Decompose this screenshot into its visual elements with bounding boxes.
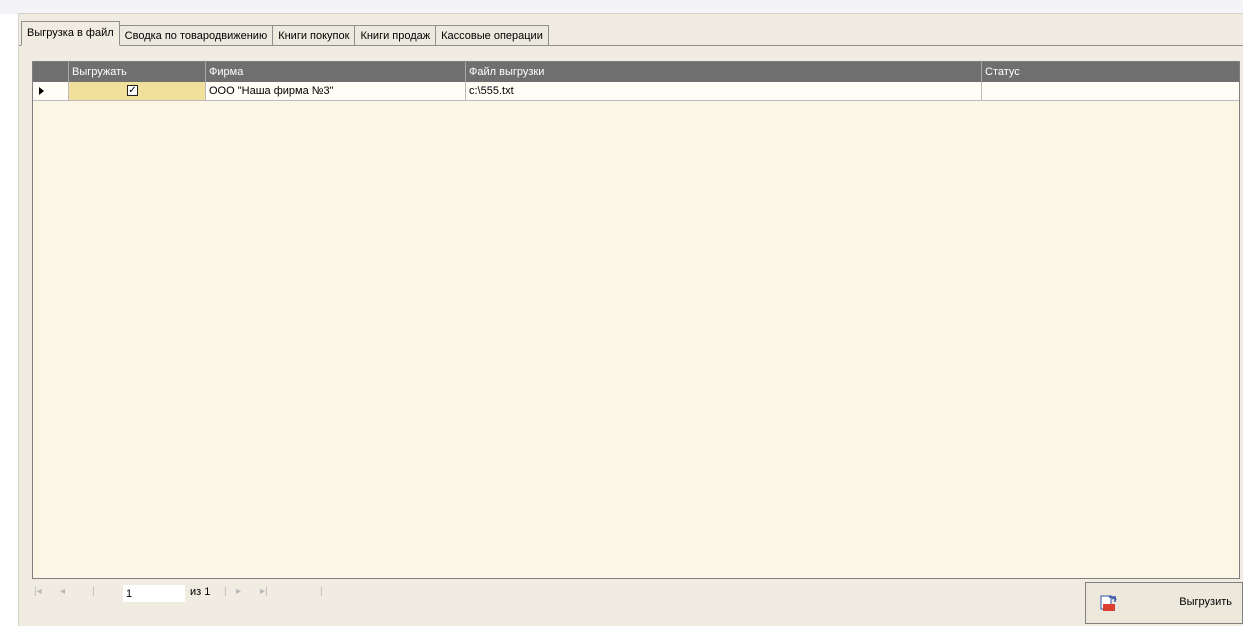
pager-separator: | — [92, 586, 95, 597]
row-indicator — [33, 82, 68, 100]
grid-header: Выгружать Фирма Файл выгрузки Статус — [33, 62, 1239, 82]
export-window: Выгрузка в файл Сводка по товародвижению… — [18, 13, 1243, 626]
column-header-firm[interactable]: Фирма — [205, 62, 465, 82]
table-row[interactable]: ✓ ООО "Наша фирма №3" c:\555.txt — [33, 82, 1239, 101]
current-row-arrow-icon — [39, 87, 44, 95]
status-cell[interactable] — [981, 82, 1239, 100]
export-checkbox-cell[interactable]: ✓ — [68, 82, 205, 100]
page-number-input[interactable] — [123, 585, 185, 602]
tab-goods-movement[interactable]: Сводка по товародвижению — [118, 25, 274, 46]
export-checkbox[interactable]: ✓ — [127, 85, 138, 96]
prev-page-icon[interactable]: ◂ — [60, 586, 65, 597]
export-grid[interactable]: Выгружать Фирма Файл выгрузки Статус ✓ О… — [32, 61, 1240, 579]
export-icon — [1100, 595, 1117, 611]
pager-separator-2: | — [224, 586, 227, 597]
file-cell[interactable]: c:\555.txt — [465, 82, 981, 100]
first-page-icon[interactable]: |◂ — [34, 586, 42, 597]
column-header-file[interactable]: Файл выгрузки — [465, 62, 981, 82]
top-background — [0, 0, 1243, 14]
tab-panel-border — [19, 45, 1243, 46]
column-header-status[interactable]: Статус — [981, 62, 1239, 82]
pager: |◂ ◂ | из 1 | ▸ ▸| | — [32, 584, 332, 604]
export-button-label: Выгрузить — [1179, 596, 1232, 608]
export-button[interactable]: Выгрузить — [1085, 582, 1243, 624]
tab-sales-books[interactable]: Книги продаж — [354, 25, 437, 46]
pager-separator-3: | — [320, 586, 323, 597]
row-indicator-header — [33, 62, 68, 82]
tab-cash-operations[interactable]: Кассовые операции — [435, 25, 549, 46]
page-count-label: из 1 — [190, 586, 211, 598]
tab-strip: Выгрузка в файл Сводка по товародвижению… — [21, 21, 549, 46]
last-page-icon[interactable]: ▸| — [260, 586, 268, 597]
tab-export-file[interactable]: Выгрузка в файл — [21, 21, 120, 46]
tab-purchase-books[interactable]: Книги покупок — [272, 25, 356, 46]
firm-cell[interactable]: ООО "Наша фирма №3" — [205, 82, 465, 100]
column-header-export[interactable]: Выгружать — [68, 62, 205, 82]
next-page-icon[interactable]: ▸ — [236, 586, 241, 597]
